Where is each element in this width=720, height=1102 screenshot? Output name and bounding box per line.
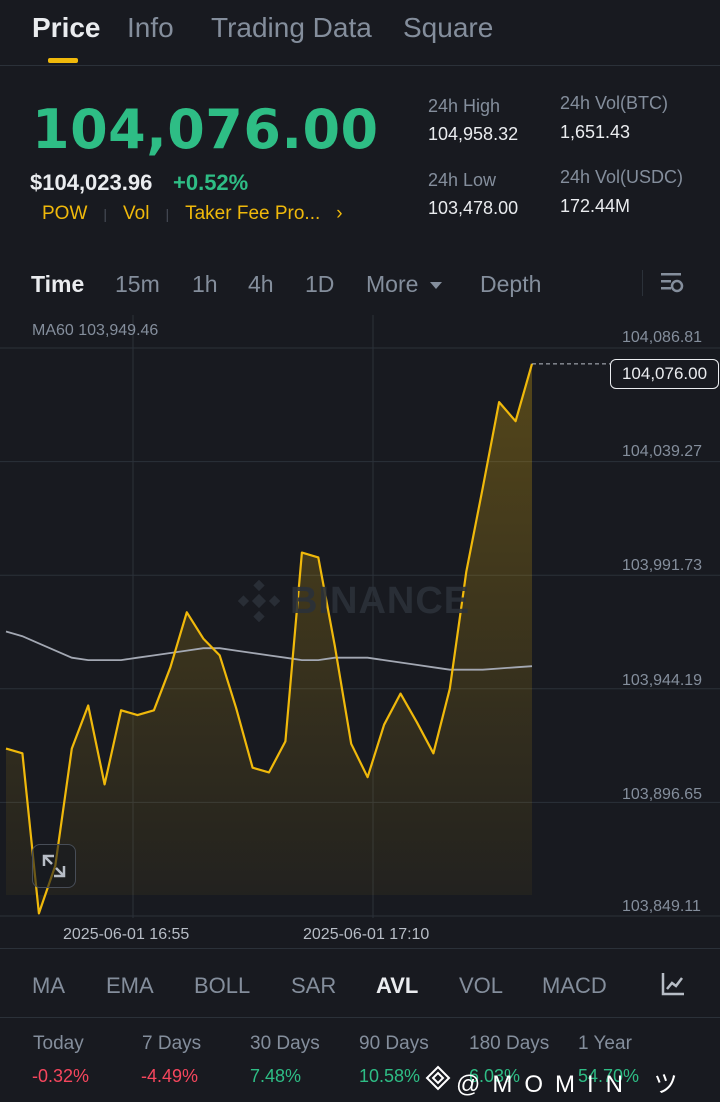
perf-label-today: Today	[33, 1033, 84, 1054]
perf-label-180d: 180 Days	[469, 1033, 550, 1054]
top-tab-bar: Price Info Trading Data Square	[0, 0, 720, 66]
price-change-percent: +0.52%	[173, 170, 249, 195]
tag-pow[interactable]: POW	[42, 203, 87, 225]
perf-value-today: -0.32%	[32, 1066, 90, 1086]
perf-label-1y: 1 Year	[578, 1033, 632, 1054]
timeframe-15m[interactable]: 15m	[115, 271, 160, 298]
ma60-label: MA60 103,949.46	[32, 322, 159, 339]
perf-value-7d: -4.49%	[141, 1066, 199, 1086]
x-axis-time-label: 2025-06-01 17:10	[303, 926, 430, 943]
divider	[642, 270, 643, 296]
caret-down-icon	[429, 281, 442, 289]
overlay-signature: @MOMIN ツ	[456, 1071, 690, 1098]
timeframe-more[interactable]: More	[366, 271, 443, 298]
vol-usdc-value: 172.44M	[560, 196, 631, 216]
y-axis-tick: 103,991.73	[622, 557, 703, 574]
chart-settings-icon[interactable]	[659, 270, 685, 296]
tab-info[interactable]: Info	[127, 12, 174, 44]
vol-usdc-label: 24h Vol(USDC)	[560, 167, 684, 187]
watermark-text: BINANCE	[290, 579, 471, 622]
last-price: 104,076.00	[32, 98, 379, 161]
high-value: 104,958.32	[428, 124, 519, 144]
binance-logo-icon	[237, 579, 281, 623]
indicator-ema[interactable]: EMA	[106, 973, 154, 999]
indicator-vol[interactable]: VOL	[459, 973, 503, 999]
indicator-avl[interactable]: AVL	[376, 973, 418, 999]
price-area-fill	[6, 363, 532, 914]
perf-label-7d: 7 Days	[142, 1033, 202, 1054]
x-axis-time-label: 2025-06-01 16:55	[63, 926, 190, 943]
vol-btc-label: 24h Vol(BTC)	[560, 93, 669, 113]
low-value: 103,478.00	[428, 198, 519, 218]
y-axis-tick: 104,039.27	[622, 443, 703, 460]
tag-separator: |	[103, 206, 108, 222]
perf-label-30d: 30 Days	[250, 1033, 320, 1054]
more-label: More	[366, 271, 419, 297]
timeframe-time[interactable]: Time	[31, 271, 84, 298]
active-tab-indicator	[48, 58, 78, 63]
tag-row[interactable]: POW | Vol | Taker Fee Pro... ›	[42, 203, 343, 225]
tag-vol[interactable]: Vol	[123, 203, 149, 225]
perf-label-90d: 90 Days	[359, 1033, 429, 1054]
timeframe-depth[interactable]: Depth	[480, 271, 541, 298]
usd-price: $104,023.96	[30, 170, 153, 195]
chevron-right-icon[interactable]: ›	[336, 203, 342, 225]
diamond-logo-icon	[425, 1065, 451, 1091]
tab-trading-data[interactable]: Trading Data	[211, 12, 372, 44]
y-axis-tick: 103,896.65	[622, 786, 703, 803]
perf-value-90d: 10.58%	[359, 1066, 421, 1086]
tab-square[interactable]: Square	[403, 12, 493, 44]
expand-chart-button[interactable]	[32, 844, 76, 888]
timeframe-4h[interactable]: 4h	[248, 271, 274, 298]
high-label: 24h High	[428, 96, 501, 116]
price-chart[interactable]	[0, 315, 720, 948]
y-axis-tick: 104,086.81	[622, 329, 703, 346]
indicator-settings-icon[interactable]	[660, 971, 686, 997]
indicator-macd[interactable]: MACD	[542, 973, 607, 999]
tag-separator: |	[165, 206, 170, 222]
y-axis-tick: 103,944.19	[622, 672, 703, 689]
indicator-bar: MA EMA BOLL SAR AVL VOL MACD	[0, 948, 720, 1018]
timeframe-1d[interactable]: 1D	[305, 271, 334, 298]
watermark: BINANCE	[236, 578, 470, 624]
y-axis-tick: 103,849.11	[622, 898, 701, 915]
indicator-sar[interactable]: SAR	[291, 973, 336, 999]
indicator-boll[interactable]: BOLL	[194, 973, 250, 999]
expand-icon	[42, 854, 66, 878]
perf-value-30d: 7.48%	[250, 1066, 302, 1086]
timeframe-1h[interactable]: 1h	[192, 271, 218, 298]
tag-taker-fee[interactable]: Taker Fee Pro...	[185, 203, 320, 225]
tab-price[interactable]: Price	[32, 12, 101, 44]
vol-btc-value: 1,651.43	[560, 122, 631, 142]
indicator-ma[interactable]: MA	[32, 973, 65, 999]
chart-svg	[0, 315, 720, 918]
low-label: 24h Low	[428, 170, 497, 190]
current-price-tag: 104,076.00	[610, 359, 719, 389]
